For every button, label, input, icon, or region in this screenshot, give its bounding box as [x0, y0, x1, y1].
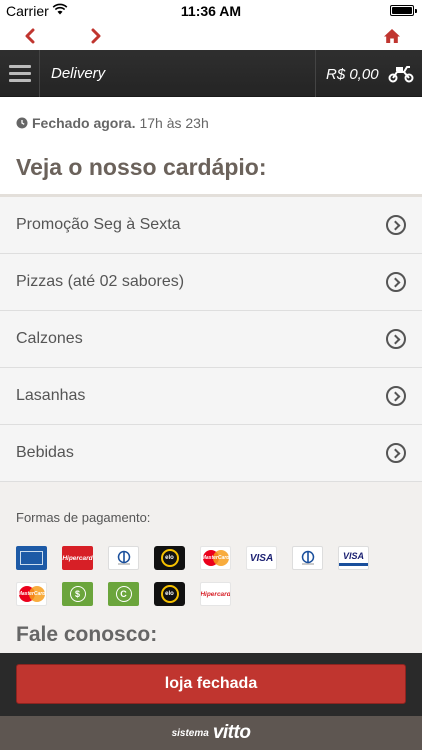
elo-card-icon: elo: [154, 582, 185, 606]
elo-card-icon: elo: [154, 546, 185, 570]
opening-hours: Fechado agora. 17h às 23h: [16, 115, 209, 131]
mastercard-card-icon: MasterCard: [16, 582, 47, 606]
hamburger-line: [8, 72, 31, 75]
browser-nav-bar: [0, 22, 422, 50]
main-content: Fechado agora. 17h às 23h Veja o nosso c…: [0, 97, 422, 653]
menu-item-calzones[interactable]: Calzones: [0, 311, 422, 368]
home-icon: [384, 29, 400, 43]
chevron-right-circle-icon: [386, 272, 406, 292]
back-button[interactable]: [16, 24, 44, 48]
forward-button[interactable]: [82, 24, 110, 48]
brand-logo[interactable]: vitto: [213, 722, 251, 744]
home-button[interactable]: [378, 24, 406, 48]
cart-total: R$ 0,00: [326, 66, 379, 83]
cart-button[interactable]: R$ 0,00: [315, 50, 422, 97]
chevron-right-circle-icon: [386, 215, 406, 235]
hamburger-line: [8, 79, 31, 82]
chevron-left-icon: [25, 28, 35, 44]
scooter-icon: [388, 66, 414, 83]
contact-title: Fale conosco:: [16, 623, 158, 646]
chevron-right-circle-icon: [386, 386, 406, 406]
hipercard-card-icon: Hipercard: [200, 582, 231, 606]
footer: loja fechada sistema vitto: [0, 653, 422, 750]
brand-prefix: sistema: [171, 727, 209, 739]
battery-icon: [390, 5, 417, 16]
menu-item-label: Lasanhas: [16, 387, 86, 404]
payment-icons-row: MasterCard $ C elo Hipercard: [16, 582, 231, 606]
visa-card-icon: VISA: [246, 546, 277, 570]
menu-item-bebidas[interactable]: Bebidas: [0, 425, 422, 482]
chevron-right-icon: [91, 28, 101, 44]
menu-category-list: Promoção Seg à Sexta Pizzas (até 02 sabo…: [0, 197, 422, 482]
menu-item-promocao[interactable]: Promoção Seg à Sexta: [0, 197, 422, 254]
menu-item-label: Calzones: [16, 330, 83, 347]
store-schedule: 17h às 23h: [139, 115, 209, 131]
chevron-right-circle-icon: [386, 329, 406, 349]
status-bar: Carrier 11:36 AM: [0, 0, 422, 22]
header-title: Delivery: [51, 65, 106, 82]
app-header: Delivery R$ 0,00: [0, 50, 422, 97]
payment-icons-row: Hipercard elo MasterCard VISA VISA: [16, 546, 369, 570]
menu-item-label: Bebidas: [16, 444, 74, 461]
menu-item-pizzas[interactable]: Pizzas (até 02 sabores): [0, 254, 422, 311]
diners-card-icon: [292, 546, 323, 570]
diners-card-icon: [108, 546, 139, 570]
hamburger-line: [8, 65, 31, 68]
menu-item-lasanhas[interactable]: Lasanhas: [0, 368, 422, 425]
menu-item-label: Promoção Seg à Sexta: [16, 216, 181, 233]
payments-title: Formas de pagamento:: [16, 510, 151, 525]
brand-bar: sistema vitto: [0, 716, 422, 750]
store-status: Fechado agora.: [32, 115, 136, 131]
chevron-right-circle-icon: [386, 443, 406, 463]
amex-card-icon: [16, 546, 47, 570]
voucher-icon: C: [108, 582, 139, 606]
store-closed-button[interactable]: loja fechada: [16, 664, 406, 704]
page-title: Veja o nosso cardápio:: [16, 154, 267, 180]
store-info: Fechado agora. 17h às 23h Veja o nosso c…: [0, 97, 422, 197]
mastercard-card-icon: MasterCard: [200, 546, 231, 570]
clock: 11:36 AM: [180, 3, 242, 19]
hamburger-menu-button[interactable]: [0, 50, 40, 97]
cash-icon: $: [62, 582, 93, 606]
clock-icon: [16, 117, 28, 129]
hipercard-card-icon: Hipercard: [62, 546, 93, 570]
visa-electron-card-icon: VISA: [338, 546, 369, 570]
menu-item-label: Pizzas (até 02 sabores): [16, 273, 185, 290]
